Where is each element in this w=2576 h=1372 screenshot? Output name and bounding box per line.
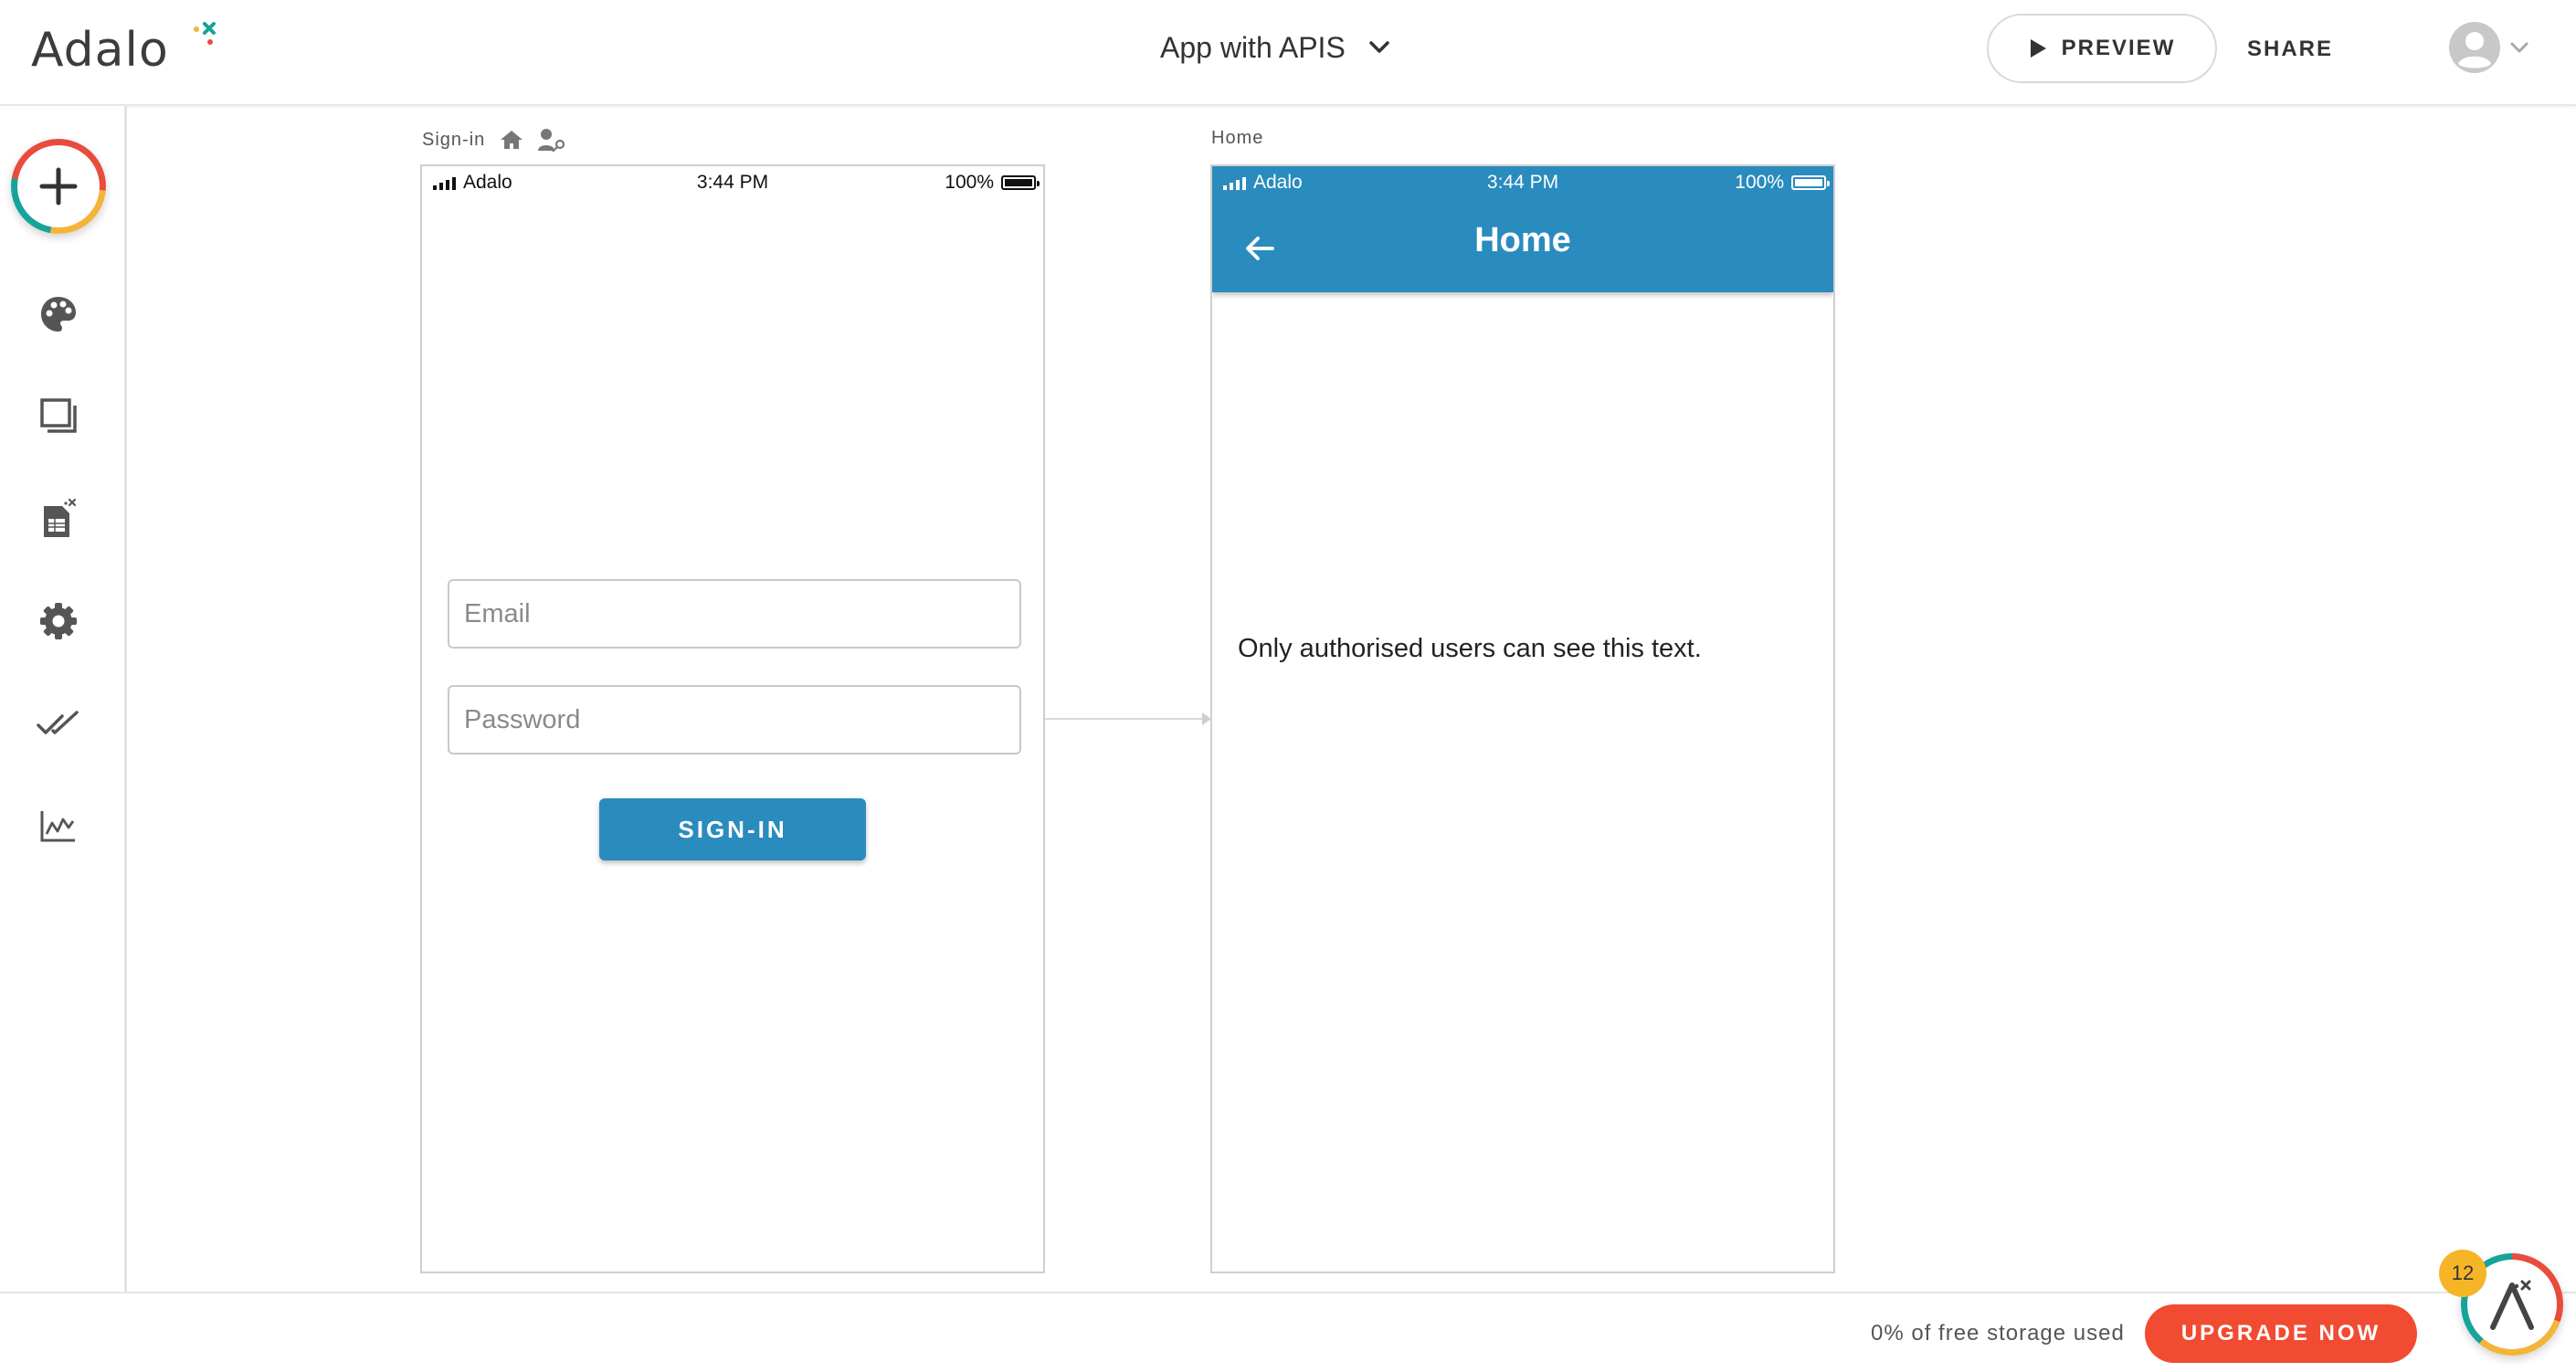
- home-screen-name: Home: [1211, 128, 1264, 148]
- signin-button-label: SIGN-IN: [678, 815, 787, 843]
- chevron-down-icon: [2510, 42, 2528, 53]
- status-bar: Adalo 3:44 PM 100%: [422, 166, 1043, 199]
- preview-button[interactable]: PREVIEW: [1987, 14, 2217, 83]
- signin-button[interactable]: SIGN-IN: [599, 798, 866, 860]
- play-icon: [2030, 39, 2046, 58]
- battery-label: 100%: [945, 172, 994, 193]
- app-switcher[interactable]: App with APIS: [1160, 20, 1391, 75]
- home-app-bar[interactable]: Adalo 3:44 PM 100% Home: [1212, 166, 1833, 292]
- screens-button[interactable]: [33, 391, 84, 442]
- signin-screen-name: Sign-in: [422, 129, 486, 150]
- app-title: App with APIS: [1160, 30, 1346, 64]
- logo-text: Adalo: [31, 23, 169, 78]
- email-field[interactable]: Email: [448, 579, 1021, 649]
- notification-count-badge: 12: [2439, 1250, 2486, 1297]
- password-placeholder: Password: [464, 704, 581, 734]
- battery-icon: [1791, 175, 1830, 190]
- home-screen[interactable]: Adalo 3:44 PM 100% Home Only authorised …: [1210, 164, 1835, 1273]
- battery-label: 100%: [1735, 172, 1784, 193]
- preview-label: PREVIEW: [2061, 36, 2176, 60]
- analytics-button[interactable]: [33, 800, 84, 851]
- adalo-logo[interactable]: Adalo: [31, 18, 216, 82]
- share-button[interactable]: SHARE: [2247, 31, 2333, 68]
- account-menu[interactable]: [2448, 20, 2534, 75]
- chevron-down-icon: [1369, 41, 1389, 53]
- home-icon: [501, 131, 523, 149]
- screen-label-home[interactable]: Home: [1211, 128, 1263, 149]
- palette-icon: [41, 297, 76, 332]
- password-field[interactable]: Password: [448, 685, 1021, 755]
- upgrade-label: UPGRADE NOW: [2180, 1321, 2381, 1346]
- home-title: Home: [1474, 221, 1571, 259]
- email-placeholder: Email: [464, 598, 531, 628]
- settings-button[interactable]: [33, 596, 84, 647]
- plus-icon: [39, 167, 78, 206]
- branding-button[interactable]: [33, 289, 84, 340]
- upgrade-now-button[interactable]: UPGRADE NOW: [2145, 1304, 2417, 1363]
- left-sidebar: [0, 106, 127, 1292]
- add-component-button[interactable]: [11, 139, 106, 234]
- gear-icon: [40, 603, 77, 639]
- status-bar: Adalo 3:44 PM 100%: [1212, 166, 1833, 199]
- screen-link-line: [1045, 718, 1208, 720]
- double-check-icon: [37, 711, 79, 734]
- share-label: SHARE: [2247, 37, 2334, 61]
- analytics-icon: [40, 811, 75, 842]
- avatar-icon: [2449, 22, 2500, 73]
- bottom-bar: 0% of free storage used UPGRADE NOW: [0, 1292, 2576, 1372]
- screen-label-signin[interactable]: Sign-in: [422, 128, 565, 152]
- publish-button[interactable]: [33, 698, 84, 749]
- top-bar: Adalo App with APIS PREVIEW SHARE: [0, 0, 2576, 106]
- battery-icon: [1001, 175, 1040, 190]
- user-key-icon: [538, 129, 565, 152]
- logo-spark-icon: [194, 22, 216, 45]
- storage-usage-text: 0% of free storage used: [1871, 1321, 2125, 1346]
- home-body-text[interactable]: Only authorised users can see this text.: [1238, 634, 1702, 664]
- screens-icon: [40, 398, 77, 433]
- database-icon: [44, 498, 77, 537]
- database-button[interactable]: [33, 493, 84, 544]
- signin-screen[interactable]: Adalo 3:44 PM 100% Email Password SIGN-I…: [420, 164, 1045, 1273]
- adalo-a-icon: [2490, 1280, 2534, 1330]
